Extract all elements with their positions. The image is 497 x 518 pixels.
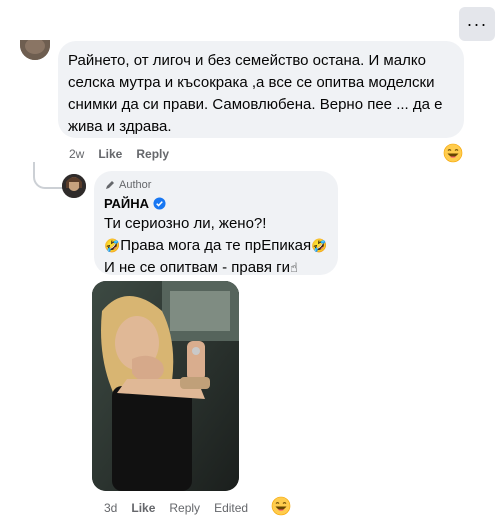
reply-button[interactable]: Reply <box>136 147 169 161</box>
reply-line: И не се опитвам - правя ги☝ <box>104 257 328 279</box>
rofl-emoji-icon: 🤣 <box>104 239 121 254</box>
reply-line: Ти сериозно ли, жено?! <box>104 213 328 235</box>
edited-label: Edited <box>214 501 249 515</box>
like-button[interactable]: Like <box>131 501 155 515</box>
thread-connector <box>33 162 63 189</box>
comment-timestamp[interactable]: 2w <box>69 147 84 161</box>
reply-actions: 3d Like Reply Edited <box>104 500 262 516</box>
reply-line-text: И не се опитвам - правя ги <box>104 259 290 276</box>
author-badge: Author <box>104 178 328 192</box>
laughing-emoji-icon[interactable] <box>443 143 463 163</box>
rofl-emoji-icon: 🤣 <box>311 239 328 254</box>
reply-line-text: Ти сериозно ли, жено?! <box>104 215 267 232</box>
laughing-emoji-icon[interactable] <box>271 496 291 516</box>
attached-photo[interactable] <box>92 281 239 491</box>
comment-bubble: Райнето, от лигоч и без семейство остана… <box>58 41 464 138</box>
author-name[interactable]: РАЙНА <box>104 196 149 211</box>
like-button[interactable]: Like <box>98 147 122 161</box>
comment-text: Райнето, от лигоч и без семейство остана… <box>68 52 443 135</box>
reply-line-text: Права мога да те прЕпикая <box>120 237 312 254</box>
reply-timestamp[interactable]: 3d <box>104 501 117 515</box>
ellipsis-icon: ··· <box>466 13 488 34</box>
commenter-avatar[interactable] <box>20 40 50 60</box>
pencil-icon <box>106 181 114 189</box>
reply-line: 🤣Права мога да те прЕпикая🤣 <box>104 235 328 257</box>
reply-bubble: Author РАЙНА Ти сериозно ли, жено?! 🤣Пра… <box>94 171 338 276</box>
pointing-up-emoji-icon: ☝ <box>290 261 298 276</box>
author-avatar[interactable] <box>62 174 86 198</box>
reply-text: Ти сериозно ли, жено?! 🤣Права мога да те… <box>104 213 328 279</box>
comment-actions: 2w Like Reply <box>69 146 183 162</box>
verified-badge-icon <box>153 196 166 210</box>
more-options-button[interactable]: ··· <box>459 7 495 41</box>
author-badge-label: Author <box>119 179 152 191</box>
reply-button[interactable]: Reply <box>169 501 200 515</box>
